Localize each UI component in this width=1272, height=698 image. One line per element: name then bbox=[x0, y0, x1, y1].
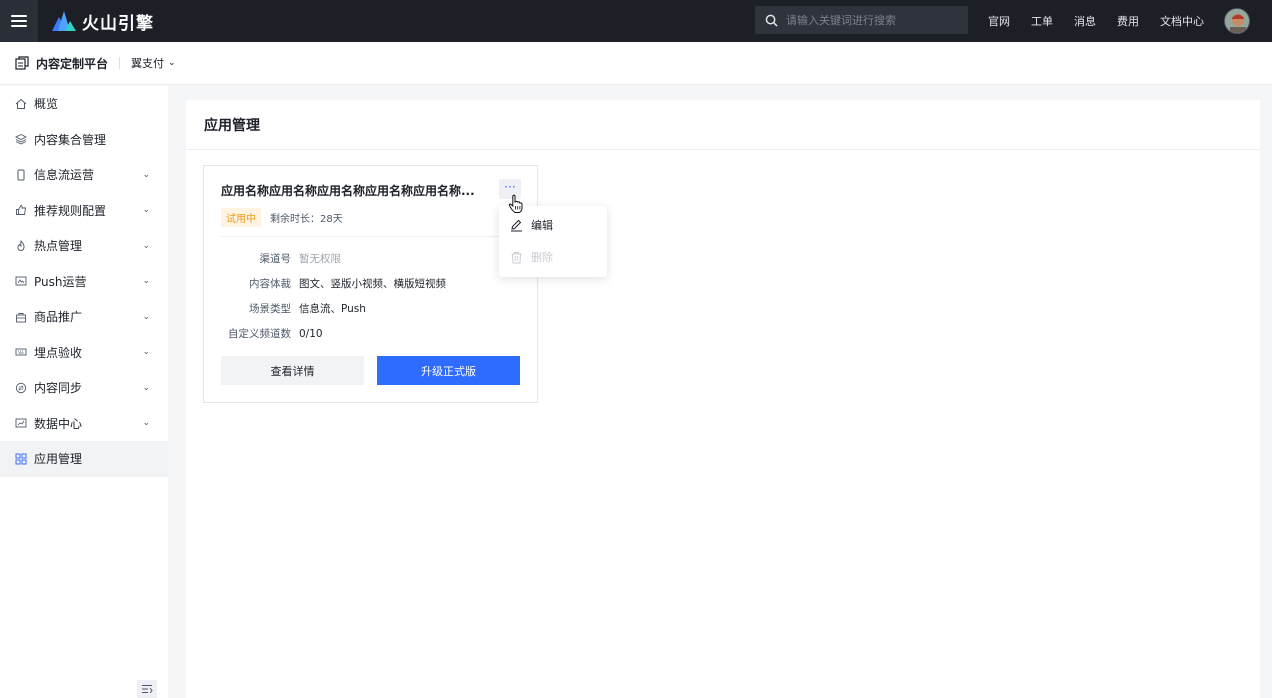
dropdown-item-label: 编辑 bbox=[531, 219, 553, 232]
sidebar-collapse-button[interactable] bbox=[137, 680, 157, 698]
user-avatar[interactable] bbox=[1224, 8, 1250, 34]
chevron-down-icon: ⌄ bbox=[142, 311, 150, 322]
sidebar-item-label: Push运营 bbox=[34, 274, 87, 289]
sidebar-item-content-sync[interactable]: 内容同步 ⌄ bbox=[0, 370, 168, 406]
info-row-content-genre: 内容体裁 图文、竖版小视频、横版短视频 bbox=[221, 271, 446, 296]
sidebar-item-overview[interactable]: 概览 bbox=[0, 86, 168, 122]
trash-icon bbox=[511, 251, 522, 263]
chevron-down-icon: ⌄ bbox=[142, 276, 150, 287]
sidebar-item-label: 应用管理 bbox=[34, 452, 83, 467]
chart-icon bbox=[15, 417, 27, 429]
link-billing[interactable]: 费用 bbox=[1117, 13, 1139, 29]
top-links: 官网 工单 消息 费用 文档中心 bbox=[988, 0, 1225, 42]
search-icon bbox=[765, 14, 778, 27]
thumb-up-icon bbox=[15, 204, 27, 216]
info-value: 信息流、Push bbox=[299, 303, 366, 315]
sidebar-item-label: 内容集合管理 bbox=[34, 132, 107, 147]
info-key: 渠道号 bbox=[259, 253, 292, 265]
sidebar-item-feed-operation[interactable]: 信息流运营 ⌄ bbox=[0, 157, 168, 193]
header-separator bbox=[119, 57, 121, 69]
chevron-down-icon: ⌄ bbox=[142, 382, 150, 393]
sidebar-item-label: 热点管理 bbox=[34, 239, 83, 254]
edit-icon bbox=[511, 219, 522, 231]
link-messages[interactable]: 消息 bbox=[1074, 13, 1096, 29]
chevron-down-icon: ⌄ bbox=[142, 347, 150, 358]
platform-header: 内容定制平台 翼支付 ⌄ bbox=[0, 42, 1272, 85]
sidebar-nav: 概览 内容集合管理 信息流运营 ⌄ 推荐规则配置 ⌄ 热点管理 ⌄ Push运营… bbox=[0, 86, 168, 698]
hamburger-menu-button[interactable] bbox=[0, 0, 38, 42]
sidebar-item-label: 内容同步 bbox=[34, 381, 83, 396]
remaining-time: 剩余时长：28天 bbox=[270, 214, 343, 225]
sync-icon bbox=[15, 382, 27, 394]
sidebar-item-product-promotion[interactable]: 商品推广 ⌄ bbox=[0, 299, 168, 335]
push-icon bbox=[15, 275, 27, 287]
dropdown-item-label: 删除 bbox=[531, 251, 553, 264]
link-official-site[interactable]: 官网 bbox=[988, 13, 1010, 29]
dropdown-item-delete[interactable]: 删除 bbox=[499, 241, 607, 273]
info-value: 暂无权限 bbox=[299, 253, 341, 265]
hand-pointer-cursor-icon bbox=[508, 194, 523, 213]
info-key: 自定义频道数 bbox=[228, 328, 291, 340]
info-value: 0/10 bbox=[299, 327, 323, 340]
avatar-image-icon bbox=[1225, 9, 1249, 33]
project-name: 翼支付 bbox=[131, 57, 165, 70]
sidebar-item-app-management[interactable]: 应用管理 bbox=[0, 441, 168, 477]
bag-icon bbox=[15, 311, 27, 323]
sidebar-item-label: 商品推广 bbox=[34, 310, 83, 325]
status-badge: 试用中 bbox=[221, 208, 261, 227]
info-key: 场景类型 bbox=[249, 303, 291, 315]
chevron-down-icon: ⌄ bbox=[142, 205, 150, 216]
top-navigation-bar: 火山引擎 官网 工单 消息 费用 文档中心 bbox=[0, 0, 1272, 42]
more-horizontal-icon: ··· bbox=[504, 180, 516, 194]
link-docs-center[interactable]: 文档中心 bbox=[1160, 13, 1204, 29]
keyboard-icon bbox=[15, 346, 27, 358]
more-actions-dropdown: 编辑 删除 bbox=[499, 206, 607, 277]
app-name: 应用名称应用名称应用名称应用名称应用名称... bbox=[221, 184, 475, 198]
sidebar-item-label: 埋点验收 bbox=[34, 345, 83, 360]
link-tickets[interactable]: 工单 bbox=[1031, 13, 1053, 29]
app-card: 应用名称应用名称应用名称应用名称应用名称... ··· 试用中 剩余时长：28天… bbox=[203, 165, 538, 403]
sidebar-item-label: 概览 bbox=[34, 97, 59, 112]
upgrade-button[interactable]: 升级正式版 bbox=[377, 356, 520, 385]
sidebar-item-tracking-check[interactable]: 埋点验收 ⌄ bbox=[0, 335, 168, 371]
layers-icon bbox=[15, 133, 27, 145]
brand-name: 火山引擎 bbox=[82, 13, 154, 34]
card-divider bbox=[221, 236, 520, 237]
sidebar-item-recommend-rules[interactable]: 推荐规则配置 ⌄ bbox=[0, 193, 168, 229]
chevron-down-icon: ⌄ bbox=[142, 240, 150, 251]
home-icon bbox=[15, 98, 27, 110]
platform-icon bbox=[15, 56, 29, 70]
global-search-box[interactable] bbox=[755, 6, 968, 34]
view-details-button[interactable]: 查看详情 bbox=[221, 356, 364, 385]
sidebar-item-data-center[interactable]: 数据中心 ⌄ bbox=[0, 406, 168, 442]
volcano-logo-icon bbox=[52, 11, 76, 31]
platform-title: 内容定制平台 bbox=[36, 56, 109, 71]
info-row-scene-type: 场景类型 信息流、Push bbox=[221, 296, 446, 321]
info-key: 内容体裁 bbox=[249, 278, 291, 290]
collapse-menu-icon bbox=[142, 685, 153, 694]
sidebar-item-hotspot[interactable]: 热点管理 ⌄ bbox=[0, 228, 168, 264]
chevron-down-icon: ⌄ bbox=[142, 418, 150, 429]
main-panel: 应用管理 应用名称应用名称应用名称应用名称应用名称... ··· 试用中 剩余时… bbox=[186, 100, 1260, 698]
sidebar-item-content-collection[interactable]: 内容集合管理 bbox=[0, 122, 168, 158]
flame-icon bbox=[15, 239, 27, 252]
info-row-channel: 渠道号 暂无权限 bbox=[221, 246, 446, 271]
sidebar-item-label: 推荐规则配置 bbox=[34, 203, 107, 218]
sidebar-item-push[interactable]: Push运营 ⌄ bbox=[0, 264, 168, 300]
phone-icon bbox=[15, 169, 27, 181]
project-selector[interactable]: 翼支付 ⌄ bbox=[131, 55, 176, 71]
chevron-down-icon: ⌄ bbox=[168, 58, 176, 68]
search-input[interactable] bbox=[786, 13, 956, 27]
sidebar-item-label: 信息流运营 bbox=[34, 168, 95, 183]
app-info-list: 渠道号 暂无权限 内容体裁 图文、竖版小视频、横版短视频 场景类型 信息流、Pu… bbox=[221, 246, 446, 346]
hamburger-icon bbox=[11, 15, 27, 27]
status-row: 试用中 剩余时长：28天 bbox=[221, 208, 343, 227]
chevron-down-icon: ⌄ bbox=[142, 169, 150, 180]
info-value: 图文、竖版小视频、横版短视频 bbox=[299, 278, 446, 290]
brand-logo[interactable]: 火山引擎 bbox=[52, 9, 154, 34]
page-title: 应用管理 bbox=[186, 100, 1260, 150]
grid-icon bbox=[15, 453, 27, 465]
info-row-custom-channels: 自定义频道数 0/10 bbox=[221, 321, 446, 346]
sidebar-item-label: 数据中心 bbox=[34, 416, 83, 431]
